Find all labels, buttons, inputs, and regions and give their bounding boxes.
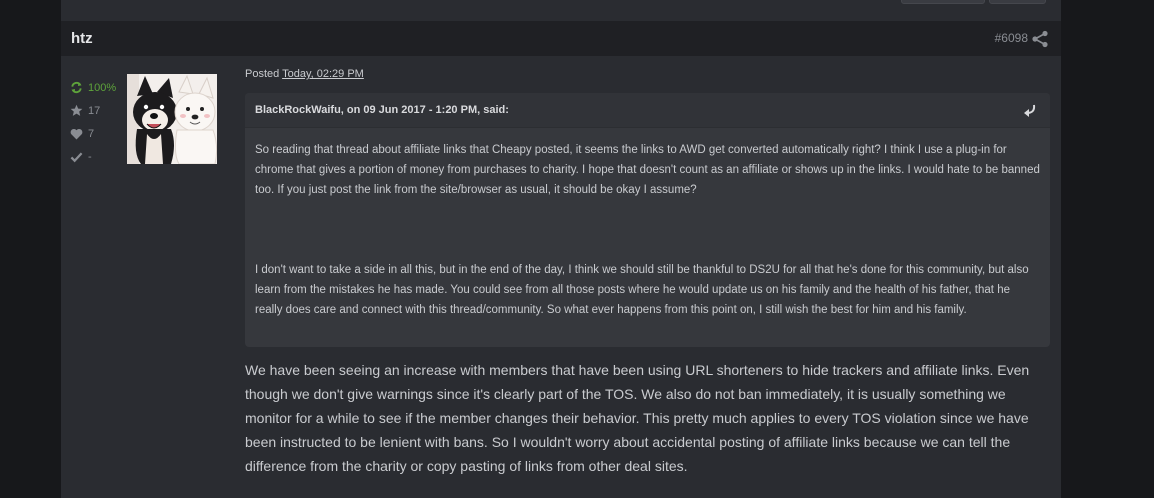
stat-likes-value: 7 bbox=[88, 127, 95, 140]
stat-rating: 100% bbox=[69, 76, 116, 99]
share-icon[interactable] bbox=[1031, 30, 1049, 48]
stat-check: - bbox=[69, 145, 116, 168]
quote-body: So reading that thread about affiliate l… bbox=[245, 128, 1050, 320]
quote-paragraph: I don't want to take a side in all this,… bbox=[255, 264, 1029, 316]
stat-check-value: - bbox=[88, 150, 92, 163]
previous-post-footer bbox=[61, 0, 1061, 21]
avatar-image bbox=[127, 74, 217, 164]
star-icon bbox=[69, 104, 83, 118]
posted-line: Posted Today, 02:29 PM bbox=[245, 68, 364, 80]
post-number-link[interactable]: #6098 bbox=[995, 31, 1028, 45]
post-container: htz #6098 100% 17 7 - Posted Today, 02:2… bbox=[61, 0, 1061, 498]
post-header: htz #6098 bbox=[61, 21, 1061, 56]
posted-date-link[interactable]: Today, 02:29 PM bbox=[282, 68, 364, 80]
avatar[interactable] bbox=[127, 74, 217, 164]
quote-paragraph: So reading that thread about affiliate l… bbox=[255, 144, 1040, 196]
quote-header: BlackRockWaifu, on 09 Jun 2017 - 1:20 PM… bbox=[245, 93, 1050, 128]
post-body: We have been seeing an increase with mem… bbox=[245, 362, 1030, 474]
posted-prefix: Posted bbox=[245, 68, 280, 80]
user-stats: 100% 17 7 - bbox=[69, 76, 116, 168]
quote-block: BlackRockWaifu, on 09 Jun 2017 - 1:20 PM… bbox=[245, 93, 1050, 347]
check-icon bbox=[69, 150, 83, 164]
stat-stars: 17 bbox=[69, 99, 116, 122]
view-original-post-icon[interactable] bbox=[1022, 103, 1036, 117]
previous-post-button[interactable] bbox=[901, 0, 985, 4]
heart-icon bbox=[69, 127, 83, 141]
quote-spacer bbox=[255, 200, 1040, 260]
stat-rating-value: 100% bbox=[88, 81, 117, 94]
stat-stars-value: 17 bbox=[88, 104, 101, 117]
stat-likes: 7 bbox=[69, 122, 116, 145]
refresh-icon bbox=[69, 81, 83, 95]
previous-post-button-2[interactable] bbox=[989, 0, 1046, 4]
post-username[interactable]: htz bbox=[71, 30, 93, 47]
quote-author: BlackRockWaifu, on 09 Jun 2017 - 1:20 PM… bbox=[255, 104, 509, 116]
